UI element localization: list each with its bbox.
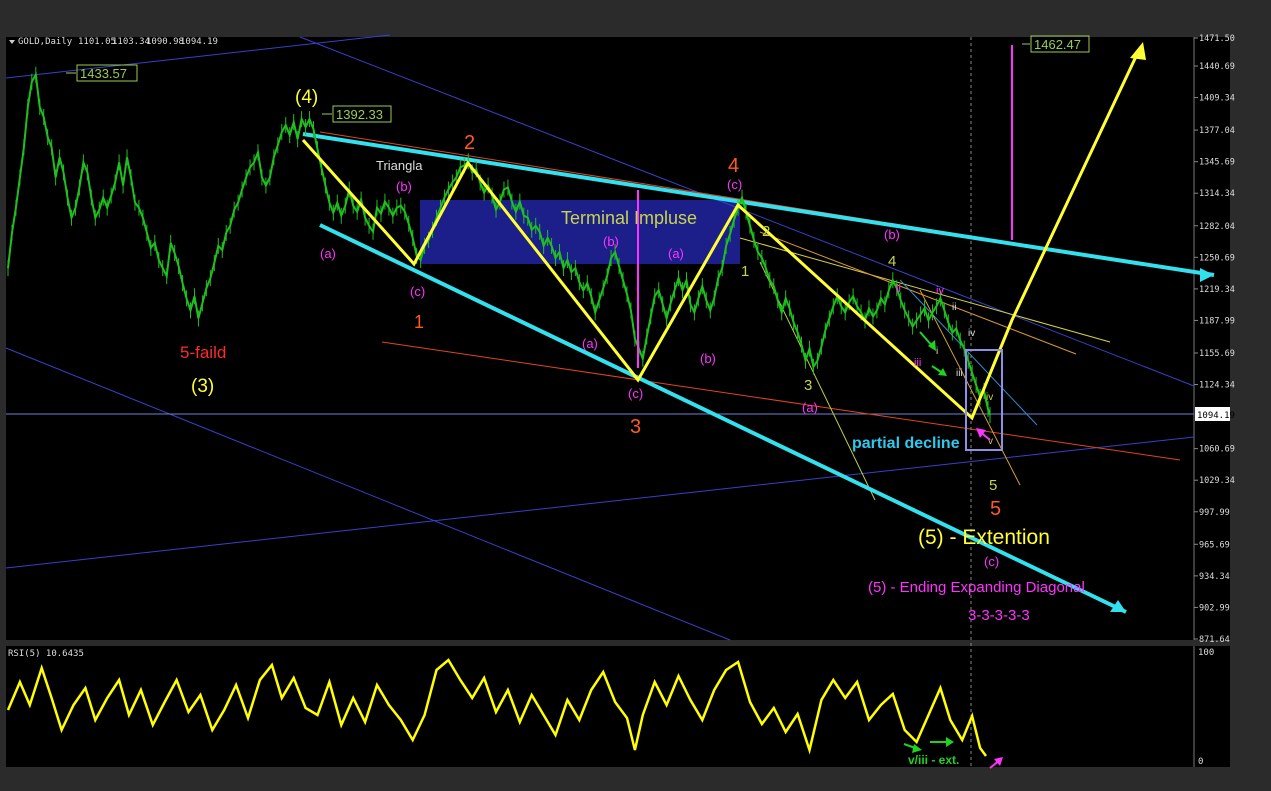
label-a4: (a): [802, 400, 818, 415]
label-a2: (a): [582, 336, 598, 351]
label-c1: (c): [410, 284, 425, 299]
label-a1: (a): [320, 246, 336, 261]
label-c3: (c): [727, 177, 742, 192]
label-c2: (c): [628, 386, 643, 401]
label-w3: 3: [630, 416, 641, 438]
current-price-label: 1094.19: [1197, 411, 1235, 421]
price-tick-label-10: 1155.69: [1199, 349, 1235, 359]
label-r-ii-m: ii: [896, 283, 901, 295]
price-tick-label-11: 1124.34: [1199, 381, 1235, 391]
price-tag-1392: 1392.33: [336, 107, 383, 122]
price-tick-label-19: 871.64: [1199, 635, 1230, 645]
price-tick-label-0: 1471.50: [1199, 34, 1235, 44]
rsi-label: RSI(5) 10.6435: [8, 649, 84, 659]
label-rsi-note: v/iii - ext.: [908, 753, 959, 767]
price-tick-label-4: 1345.69: [1199, 158, 1235, 168]
rsi-tick-0: 0: [1198, 757, 1203, 767]
chart-window: 1471.50 1440.69 1409.34 1377.04 1345.69 1314.…: [0, 0, 1271, 791]
price-tick-label-14: 1029.34: [1199, 476, 1235, 486]
label-triangle: Triangla: [376, 158, 423, 173]
rsi-tick-100: 100: [1198, 648, 1214, 658]
ohlc-close: 1094.19: [180, 37, 218, 47]
symbol-title: GOLD,Daily: [18, 37, 73, 47]
label-g4: 4: [888, 253, 896, 270]
label-extension: (5) - Extention: [918, 526, 1050, 549]
label-c4: (c): [984, 554, 999, 569]
label-b2: (b): [603, 234, 619, 249]
price-tick-label-16: 965.69: [1199, 540, 1230, 550]
label-w4: 4: [728, 155, 739, 177]
label-w1: 1: [414, 312, 424, 332]
price-tick-label-7: 1250.69: [1199, 253, 1235, 263]
label-r-iii-m: iii: [914, 357, 921, 369]
ohlc-open: 1101.05: [78, 37, 116, 47]
label-r-v-g: v: [988, 436, 993, 447]
rsi-panel: [6, 646, 1194, 767]
label-w2: 2: [464, 132, 475, 154]
label-b3: (b): [700, 351, 716, 366]
label-r-i-w: i: [936, 346, 938, 357]
label-structure: 3-3-3-3-3: [968, 607, 1030, 624]
label-b1: (b): [396, 179, 412, 194]
label-r-iv-m: iv: [936, 285, 944, 297]
label-g5: 5: [989, 477, 997, 494]
price-tick-label-18: 902.99: [1199, 603, 1230, 613]
label-r-ii-w: ii: [952, 302, 956, 313]
ohlc-low: 1090.98: [146, 37, 184, 47]
label-failed: 5-faild: [180, 343, 226, 362]
label-w5: 5: [990, 498, 1001, 520]
price-tick-label-13: 1060.69: [1199, 445, 1235, 455]
label-a3: (a): [668, 246, 684, 261]
label-g3: 3: [804, 377, 812, 394]
label-g2: 2: [762, 223, 770, 240]
price-tick-label-1: 1440.69: [1199, 62, 1235, 72]
label-r-iv-w: iv: [968, 328, 975, 339]
price-tick-label-5: 1314.34: [1199, 189, 1235, 199]
label-diagonal: (5) - Ending Expanding Diagonal: [868, 579, 1085, 596]
price-tag-1433: 1433.57: [80, 66, 127, 81]
label-wave4-main: (4): [295, 87, 318, 108]
label-wave3-main: (3): [191, 376, 214, 397]
price-tick-label-15: 997.99: [1199, 508, 1230, 518]
label-partial: partial decline: [852, 435, 960, 452]
price-tick-label-6: 1282.04: [1199, 222, 1235, 232]
label-g1: 1: [741, 263, 749, 280]
rsi-axis-panel: [1194, 646, 1230, 767]
price-chart: 1471.50 1440.69 1409.34 1377.04 1345.69 1314.…: [5, 34, 1235, 769]
price-tag-1462: 1462.47: [1034, 37, 1081, 52]
label-r-iv-g: iv: [986, 392, 993, 403]
label-b4: (b): [884, 227, 900, 242]
price-tick-label-8: 1219.34: [1199, 285, 1235, 295]
label-r-iii-w: iii: [956, 368, 963, 379]
main-panel: [6, 37, 1194, 640]
ohlc-high: 1103.34: [112, 37, 150, 47]
price-tick-label-17: 934.34: [1199, 572, 1230, 582]
price-tick-label-9: 1187.99: [1199, 316, 1235, 326]
price-tick-label-3: 1377.04: [1199, 126, 1235, 136]
label-terminal: Terminal Impluse: [561, 208, 697, 228]
price-tick-label-2: 1409.34: [1199, 94, 1235, 104]
